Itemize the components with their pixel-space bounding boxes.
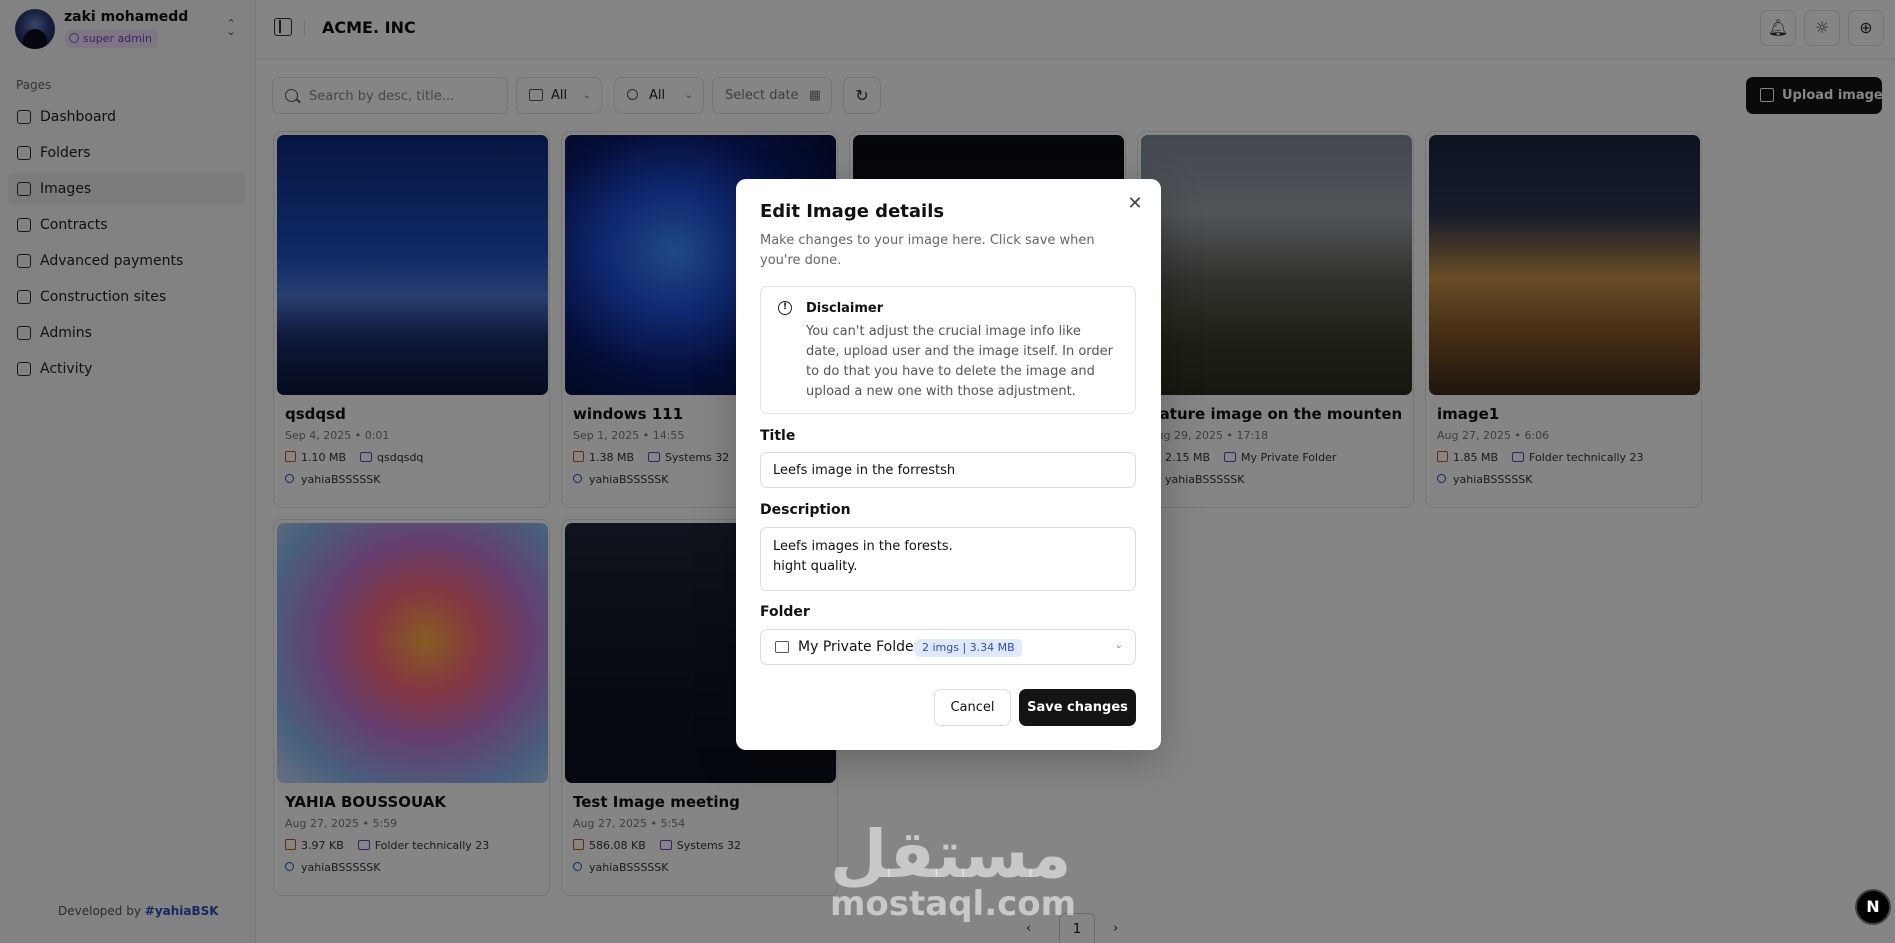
description-field[interactable]: Leefs images in the forests. hight quali… — [760, 527, 1136, 591]
folder-select-value: My Private Folder — [798, 639, 920, 655]
dialog-title: Edit Image details — [760, 201, 945, 222]
nextjs-badge[interactable]: N — [1855, 889, 1891, 925]
cancel-button[interactable]: Cancel — [934, 689, 1011, 726]
chevron-down-icon: ⌄ — [1114, 640, 1123, 651]
folder-select[interactable]: My Private Folder 2 imgs | 3.34 MB ⌄ — [760, 629, 1136, 665]
disclaimer-box: ! Disclaimer You can't adjust the crucia… — [760, 286, 1136, 414]
alert-circle-icon: ! — [778, 301, 792, 315]
title-label: Title — [760, 428, 796, 444]
folder-stats-badge: 2 imgs | 3.34 MB — [915, 639, 1022, 657]
title-field[interactable] — [760, 452, 1136, 488]
dialog-description: Make changes to your image here. Click s… — [760, 233, 1095, 268]
watermark-arabic: مستقل — [830, 816, 1072, 893]
description-label: Description — [760, 502, 851, 518]
save-changes-button[interactable]: Save changes — [1019, 689, 1136, 726]
watermark-latin: mostaql.com — [830, 884, 1077, 924]
edit-image-dialog: ✕ Edit Image details Make changes to you… — [736, 179, 1161, 750]
folder-icon — [775, 641, 789, 653]
disclaimer-text: You can't adjust the crucial image info … — [806, 324, 1114, 399]
folder-label: Folder — [760, 604, 810, 620]
close-icon[interactable]: ✕ — [1126, 195, 1144, 213]
disclaimer-title: Disclaimer — [806, 301, 884, 316]
